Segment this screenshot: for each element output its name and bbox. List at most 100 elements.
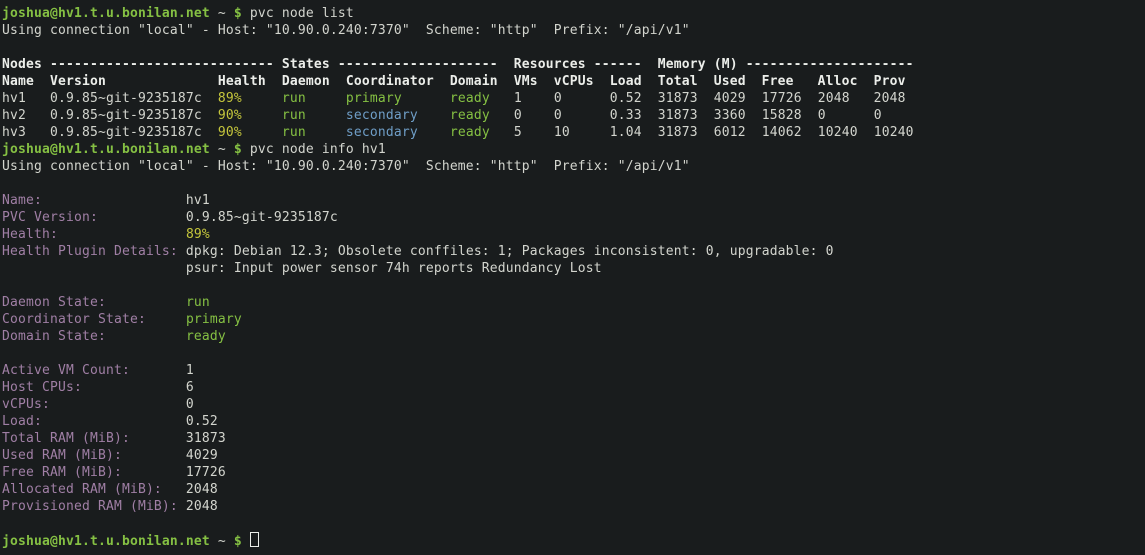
info-row-health-plugin-details: Health Plugin Details: dpkg: Debian 12.3…: [2, 243, 1145, 260]
info-row-allocated-ram: Allocated RAM (MiB): 2048: [2, 481, 1145, 498]
spacer: [242, 91, 282, 106]
cell-domain-state: ready: [450, 108, 490, 123]
cell-coordinator-state: secondary: [346, 125, 418, 140]
spacer: [146, 312, 186, 327]
connection-info: Using connection "local" - Host: "10.90.…: [2, 159, 690, 174]
field-value: primary: [186, 312, 242, 327]
prompt-line-2: joshua@hv1.t.u.bonilan.net ~ $ pvc node …: [2, 141, 1145, 158]
spacer: [242, 534, 250, 549]
info-row-daemon-state: Daemon State: run: [2, 294, 1145, 311]
field-label: PVC Version:: [2, 210, 98, 225]
info-row-vcpus: vCPUs: 0: [2, 396, 1145, 413]
terminal-cursor: [250, 532, 259, 547]
column-header-text: Name Version Health Daemon Coordinator D…: [2, 74, 906, 89]
info-row-name: Name: hv1: [2, 192, 1145, 209]
field-value: run: [186, 295, 210, 310]
prompt-line-1: joshua@hv1.t.u.bonilan.net ~ $ pvc node …: [2, 5, 1145, 22]
spacer: [402, 91, 450, 106]
spacer: [106, 329, 186, 344]
cell-daemon-state: run: [282, 91, 306, 106]
cell-domain-state: ready: [450, 125, 490, 140]
field-value: psur: Input power sensor 74h reports Red…: [2, 261, 602, 276]
cell-name-version: hv1 0.9.85~git-9235187c: [2, 91, 218, 106]
field-value: 89%: [186, 227, 210, 242]
field-label: vCPUs:: [2, 397, 50, 412]
field-label: Load:: [2, 414, 42, 429]
prompt-user-host: joshua@hv1.t.u.bonilan.net: [2, 142, 210, 157]
field-value: 2048: [162, 482, 218, 497]
cell-domain-state: ready: [450, 91, 490, 106]
info-row-used-ram: Used RAM (MiB): 4029: [2, 447, 1145, 464]
field-value: 1: [130, 363, 194, 378]
cell-health: 90%: [218, 108, 242, 123]
spacer: [418, 108, 450, 123]
prompt-separator: ~: [210, 534, 234, 549]
spacer: [306, 125, 346, 140]
info-row-host-cpus: Host CPUs: 6: [2, 379, 1145, 396]
info-row-health: Health: 89%: [2, 226, 1145, 243]
field-label: Domain State:: [2, 329, 106, 344]
field-label: Health:: [2, 227, 58, 242]
prompt-symbol: $: [234, 6, 242, 21]
cell-name-version: hv3 0.9.85~git-9235187c: [2, 125, 218, 140]
connection-info-line-1: Using connection "local" - Host: "10.90.…: [2, 22, 1145, 39]
field-value: 17726: [122, 465, 226, 480]
info-row-active-vm-count: Active VM Count: 1: [2, 362, 1145, 379]
prompt-separator: ~: [210, 6, 234, 21]
spacer: [306, 91, 346, 106]
section-header-text: Nodes ---------------------------- State…: [2, 57, 914, 72]
table-column-header: Name Version Health Daemon Coordinator D…: [2, 73, 1145, 90]
field-value: 31873: [130, 431, 226, 446]
prompt-symbol: $: [234, 534, 242, 549]
terminal[interactable]: joshua@hv1.t.u.bonilan.net ~ $ pvc node …: [0, 0, 1145, 555]
field-label: Free RAM (MiB):: [2, 465, 122, 480]
blank-line: [2, 175, 1145, 192]
cell-coordinator-state: secondary: [346, 108, 418, 123]
cell-daemon-state: run: [282, 108, 306, 123]
spacer: [242, 125, 282, 140]
prompt-symbol: $: [234, 142, 242, 157]
field-value: 6: [82, 380, 194, 395]
field-label: Allocated RAM (MiB):: [2, 482, 162, 497]
field-value: hv1: [42, 193, 210, 208]
field-label: Used RAM (MiB):: [2, 448, 122, 463]
field-label: Daemon State:: [2, 295, 106, 310]
spacer: [242, 108, 282, 123]
cell-resources-memory: 1 0 0.52 31873 4029 17726 2048 2048: [490, 91, 906, 106]
command-text: pvc node info hv1: [242, 142, 386, 157]
field-label: Name:: [2, 193, 42, 208]
field-value: ready: [186, 329, 226, 344]
cell-resources-memory: 5 10 1.04 31873 6012 14062 10240 10240: [490, 125, 914, 140]
prompt-user-host: joshua@hv1.t.u.bonilan.net: [2, 534, 210, 549]
connection-info: Using connection "local" - Host: "10.90.…: [2, 23, 690, 38]
field-label: Coordinator State:: [2, 312, 146, 327]
info-row-provisioned-ram: Provisioned RAM (MiB): 2048: [2, 498, 1145, 515]
command-text: pvc node list: [242, 6, 354, 21]
node-row-hv2: hv2 0.9.85~git-9235187c 90% run secondar…: [2, 107, 1145, 124]
cell-name-version: hv2 0.9.85~git-9235187c: [2, 108, 218, 123]
spacer: [306, 108, 346, 123]
field-label: Total RAM (MiB):: [2, 431, 130, 446]
field-label: Provisioned RAM (MiB):: [2, 499, 178, 514]
cell-health: 90%: [218, 125, 242, 140]
info-row-domain-state: Domain State: ready: [2, 328, 1145, 345]
info-row-free-ram: Free RAM (MiB): 17726: [2, 464, 1145, 481]
prompt-line-3: joshua@hv1.t.u.bonilan.net ~ $: [2, 532, 1145, 549]
info-row-health-plugin-details-cont: psur: Input power sensor 74h reports Red…: [2, 260, 1145, 277]
field-value: dpkg: Debian 12.3; Obsolete conffiles: 1…: [178, 244, 834, 259]
info-row-total-ram: Total RAM (MiB): 31873: [2, 430, 1145, 447]
cell-coordinator-state: primary: [346, 91, 402, 106]
cell-health: 89%: [218, 91, 242, 106]
cell-resources-memory: 0 0 0.33 31873 3360 15828 0 0: [490, 108, 882, 123]
prompt-user-host: joshua@hv1.t.u.bonilan.net: [2, 6, 210, 21]
info-row-coordinator-state: Coordinator State: primary: [2, 311, 1145, 328]
spacer: [106, 295, 186, 310]
field-value: 0: [50, 397, 194, 412]
node-row-hv1: hv1 0.9.85~git-9235187c 89% run primary …: [2, 90, 1145, 107]
field-label: Health Plugin Details:: [2, 244, 178, 259]
blank-line: [2, 515, 1145, 532]
field-label: Active VM Count:: [2, 363, 130, 378]
spacer: [418, 125, 450, 140]
cell-daemon-state: run: [282, 125, 306, 140]
blank-line: [2, 277, 1145, 294]
